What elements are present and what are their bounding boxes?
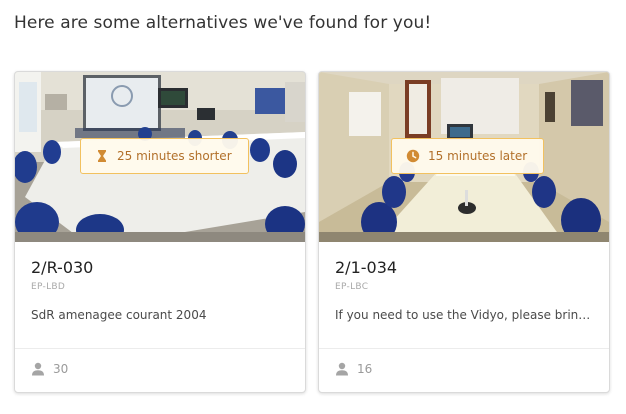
card-divider xyxy=(319,348,609,349)
card-divider xyxy=(15,348,305,349)
alternatives-panel: Here are some alternatives we've found f… xyxy=(0,0,626,414)
room-photo-1: 25 minutes shorter xyxy=(15,72,305,242)
room-site: EP-LBC xyxy=(335,282,369,292)
badge-label: 15 minutes later xyxy=(428,149,528,163)
capacity-value: 16 xyxy=(357,362,373,376)
room-capacity: 16 xyxy=(335,362,372,376)
room-description: If you need to use the Vidyo, please bri… xyxy=(335,308,597,322)
room-name: 2/1-034 xyxy=(335,258,398,277)
room-name: 2/R-030 xyxy=(31,258,94,277)
capacity-value: 30 xyxy=(53,362,69,376)
time-difference-badge: 25 minutes shorter xyxy=(80,138,249,174)
user-icon xyxy=(32,362,44,376)
room-description: SdR amenagee courant 2004 xyxy=(31,308,207,322)
badge-label: 25 minutes shorter xyxy=(117,149,232,163)
room-site: EP-LBD xyxy=(31,282,66,292)
room-photo-2: 15 minutes later xyxy=(319,72,609,242)
room-card-1[interactable]: 25 minutes shorter 2/R-030 EP-LBD SdR am… xyxy=(14,71,306,393)
hourglass-icon xyxy=(98,150,106,162)
room-capacity: 30 xyxy=(31,362,68,376)
clock-icon xyxy=(406,149,420,163)
user-icon xyxy=(336,362,348,376)
room-card-2[interactable]: 15 minutes later 2/1-034 EP-LBC If you n… xyxy=(318,71,610,393)
alternatives-heading: Here are some alternatives we've found f… xyxy=(14,13,432,33)
time-difference-badge: 15 minutes later xyxy=(391,138,545,174)
